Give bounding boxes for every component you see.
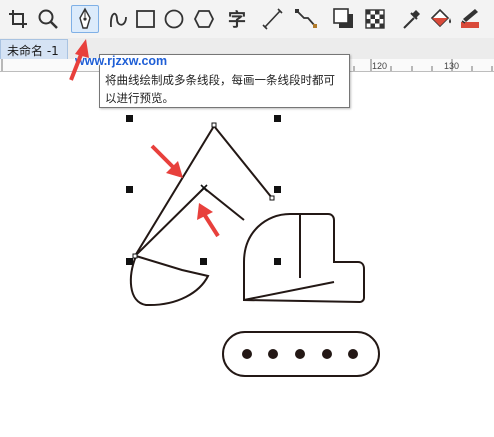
drop-shadow-tool-button[interactable]	[330, 5, 358, 33]
magnifier-icon	[38, 9, 58, 29]
smart-fill-tool-button[interactable]	[456, 5, 484, 33]
tooltip-line-1: 将曲线绘制成多条线段，每画一条线段时都可	[105, 73, 335, 87]
parallel-dimension-icon	[262, 8, 283, 30]
crop-tool-button[interactable]	[4, 5, 32, 33]
eyedropper-tool-button[interactable]	[397, 5, 425, 33]
tooltip-line-2: 以进行预览。	[105, 91, 174, 105]
rectangle-icon	[136, 10, 155, 28]
spline-icon	[110, 12, 127, 28]
annotation-arrow-icon	[197, 203, 220, 238]
eyedropper-icon	[403, 10, 420, 29]
smart-fill-icon	[461, 9, 479, 28]
annotation-arrow-icon	[150, 144, 183, 178]
excavator-tracks	[222, 331, 380, 377]
text-zi-icon: 字	[228, 9, 246, 31]
document-tab-label: 未命名 -1	[7, 44, 59, 58]
checkerboard-icon	[365, 9, 385, 29]
hexagon-icon	[193, 10, 215, 28]
b-spline-tool-button[interactable]	[104, 5, 132, 33]
pen-tool-button[interactable]	[71, 5, 99, 33]
interactive-fill-tool-button[interactable]	[426, 5, 454, 33]
text-tool-button[interactable]: 字	[225, 5, 253, 33]
ellipse-icon	[164, 9, 184, 29]
pen-nib-icon	[79, 7, 91, 29]
ruler-label-120: 120	[372, 61, 387, 71]
tool-tooltip: www.rjzxw.com 将曲线绘制成多条线段，每画一条线段时都可 以进行预览…	[75, 54, 350, 108]
center-marker-icon	[200, 184, 208, 192]
drawing-canvas[interactable]	[0, 109, 494, 437]
rectangle-tool-button[interactable]	[132, 5, 160, 33]
excavator-cab	[243, 213, 365, 304]
transparency-tool-button[interactable]	[361, 5, 389, 33]
ruler-label-130: 130	[444, 61, 459, 71]
document-tab[interactable]: 未命名 -1	[0, 39, 68, 59]
svg-text:字: 字	[228, 9, 246, 31]
paint-bucket-icon	[430, 8, 451, 28]
ellipse-tool-button[interactable]	[160, 5, 188, 33]
connector-tool-button[interactable]	[292, 5, 320, 33]
polygon-tool-button[interactable]	[190, 5, 218, 33]
zoom-tool-button[interactable]	[34, 5, 62, 33]
annotation-arrow-icon	[69, 39, 89, 81]
dimension-tool-button[interactable]	[259, 5, 287, 33]
connector-icon	[295, 9, 317, 28]
crop-icon	[9, 10, 27, 28]
excavator-bucket	[129, 254, 210, 307]
drop-shadow-icon	[333, 8, 353, 28]
